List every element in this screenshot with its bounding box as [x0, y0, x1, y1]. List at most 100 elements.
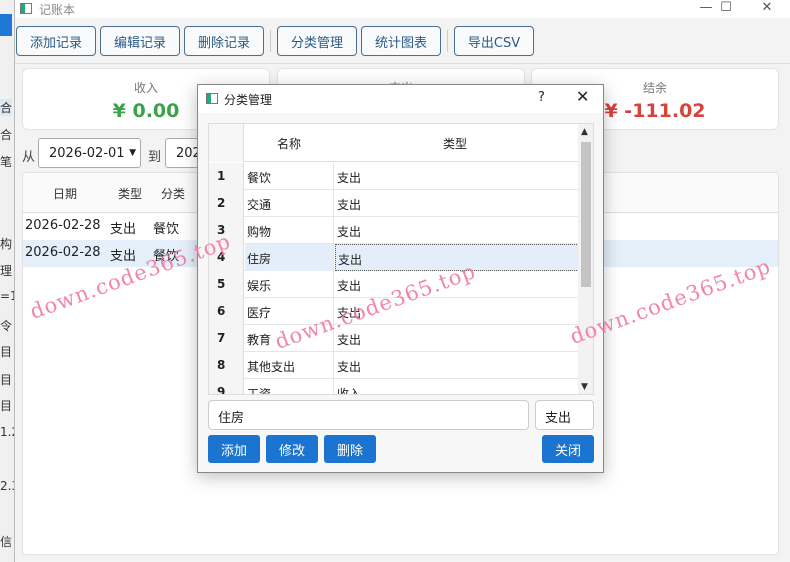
cell-type: 支出: [110, 222, 137, 237]
cell-date: 2026-02-28: [25, 245, 101, 260]
dialog-title: 分类管理: [224, 93, 273, 107]
category-table: 名称 类型 1 餐饮 支出 2 交通 支出 3 购物 支出 4 住房 支出 5 娱乐 支出 6 医疗 支出 7 教育支…: [208, 123, 594, 395]
bg-fragment: 合: [0, 128, 13, 142]
dialog-title-bar: 分类管理 ? ✕: [198, 85, 603, 113]
column-header-name[interactable]: 名称: [277, 135, 301, 152]
background-window: 合 合 笔 构 理 =1 令 目 目 目 1.2 2.3 信: [0, 0, 15, 562]
row-number: 2: [209, 190, 244, 217]
cell-name: 其他支出: [245, 352, 334, 379]
help-button[interactable]: ?: [538, 90, 545, 105]
bg-fragment: 理: [0, 264, 13, 278]
row-number: 7: [209, 325, 244, 352]
cell-category: 餐饮: [153, 222, 180, 237]
modify-category-button[interactable]: 修改: [266, 435, 318, 463]
table-row[interactable]: 5 娱乐 支出: [209, 271, 579, 298]
toolbar-divider: [447, 30, 448, 52]
bg-fragment: 合: [0, 99, 13, 116]
category-management-dialog: 分类管理 ? ✕ 名称 类型 1 餐饮 支出 2 交通 支出 3 购物 支出 4 住房 支出 5 娱乐 支出…: [197, 84, 604, 473]
category-management-button[interactable]: 分类管理: [277, 26, 357, 56]
bg-fragment: 目: [0, 399, 13, 413]
cell-type: 支出: [337, 333, 362, 347]
row-number: 1: [209, 163, 244, 190]
category-type-select[interactable]: 支出: [535, 400, 594, 430]
cell-name: 娱乐: [245, 271, 334, 298]
table-row[interactable]: 4 住房 支出: [209, 244, 579, 271]
from-label: 从: [22, 150, 36, 165]
add-record-button[interactable]: 添加记录: [16, 26, 96, 56]
bg-fragment: 1.2: [0, 425, 14, 439]
scroll-up-icon[interactable]: ▲: [581, 127, 588, 137]
background-window-accent: [0, 14, 12, 36]
maximize-button[interactable]: ☐: [711, 0, 741, 15]
statistics-chart-button[interactable]: 统计图表: [361, 26, 441, 56]
cell-type: 支出: [337, 225, 362, 239]
table-row[interactable]: 6 医疗 支出: [209, 298, 579, 325]
toolbar-divider: [270, 30, 271, 52]
cell-name: 工资: [245, 379, 334, 394]
window-title: 记账本: [39, 3, 76, 17]
column-header-type[interactable]: 类型: [118, 185, 142, 202]
cell-name: 住房: [245, 244, 334, 271]
edit-record-button[interactable]: 编辑记录: [100, 26, 180, 56]
export-csv-button[interactable]: 导出CSV: [454, 26, 534, 56]
cell-name: 交通: [245, 190, 334, 217]
table-corner[interactable]: [209, 124, 244, 162]
cell-type: 收入: [337, 387, 362, 395]
column-header-type[interactable]: 类型: [443, 135, 467, 152]
row-number: 8: [209, 352, 244, 379]
table-row[interactable]: 2 交通 支出: [209, 190, 579, 217]
bg-fragment: 信: [0, 535, 13, 549]
cell-type: 支出: [110, 249, 137, 264]
bg-fragment: 令: [0, 319, 13, 333]
cell-name: 教育: [245, 325, 334, 352]
cell-type: 支出: [337, 306, 362, 320]
bg-fragment: 构: [0, 237, 13, 251]
column-header-date[interactable]: 日期: [53, 185, 77, 202]
vertical-scrollbar[interactable]: ▲ ▼: [578, 124, 593, 394]
cell-type: 支出: [337, 279, 362, 293]
table-row[interactable]: 9 工资 收入: [209, 379, 579, 395]
table-row[interactable]: 3 购物 支出: [209, 217, 579, 244]
dropdown-arrow-icon[interactable]: ▼: [129, 148, 136, 158]
to-label: 到: [148, 150, 162, 165]
bg-fragment: 目: [0, 345, 13, 359]
cell-date: 2026-02-28: [25, 218, 101, 233]
row-number: 9: [209, 379, 244, 394]
app-icon: [206, 93, 218, 104]
add-category-button[interactable]: 添加: [208, 435, 260, 463]
cell-name: 医疗: [245, 298, 334, 325]
table-row[interactable]: 7 教育 支出: [209, 325, 579, 352]
category-table-header: 名称 类型: [209, 124, 579, 162]
from-date-picker[interactable]: 2026-02-01 ▼: [38, 138, 141, 168]
app-icon: [20, 3, 32, 14]
row-number: 3: [209, 217, 244, 244]
row-number: 4: [209, 244, 244, 271]
cell-category: 餐饮: [153, 249, 180, 264]
row-number: 6: [209, 298, 244, 325]
cell-type: 支出: [337, 198, 362, 212]
title-bar: 记账本 — ☐ ✕: [15, 0, 790, 18]
row-number: 5: [209, 271, 244, 298]
toolbar: 添加记录 编辑记录 删除记录 分类管理 统计图表 导出CSV: [15, 18, 790, 64]
cell-name: 购物: [245, 217, 334, 244]
table-row[interactable]: 1 餐饮 支出: [209, 163, 579, 190]
bg-fragment: 2.3: [0, 479, 14, 493]
cell-name: 餐饮: [245, 163, 334, 190]
cell-type: 支出: [337, 360, 362, 374]
bg-fragment: 笔: [0, 155, 13, 169]
table-row[interactable]: 8 其他支出 支出: [209, 352, 579, 379]
close-button[interactable]: ✕: [752, 0, 782, 15]
bg-fragment: 目: [0, 373, 13, 387]
dialog-close-icon[interactable]: ✕: [576, 87, 589, 106]
from-date-value: 2026-02-01: [49, 146, 125, 161]
delete-category-button[interactable]: 删除: [324, 435, 376, 463]
bg-fragment: =1: [0, 289, 14, 303]
delete-record-button[interactable]: 删除记录: [184, 26, 264, 56]
close-dialog-button[interactable]: 关闭: [542, 435, 594, 463]
category-name-input[interactable]: 住房: [208, 400, 529, 430]
scrollbar-thumb[interactable]: [581, 142, 591, 287]
scroll-down-icon[interactable]: ▼: [581, 382, 588, 392]
cell-type: 支出: [335, 244, 579, 271]
column-header-category[interactable]: 分类: [161, 185, 185, 202]
cell-type: 支出: [337, 171, 362, 185]
